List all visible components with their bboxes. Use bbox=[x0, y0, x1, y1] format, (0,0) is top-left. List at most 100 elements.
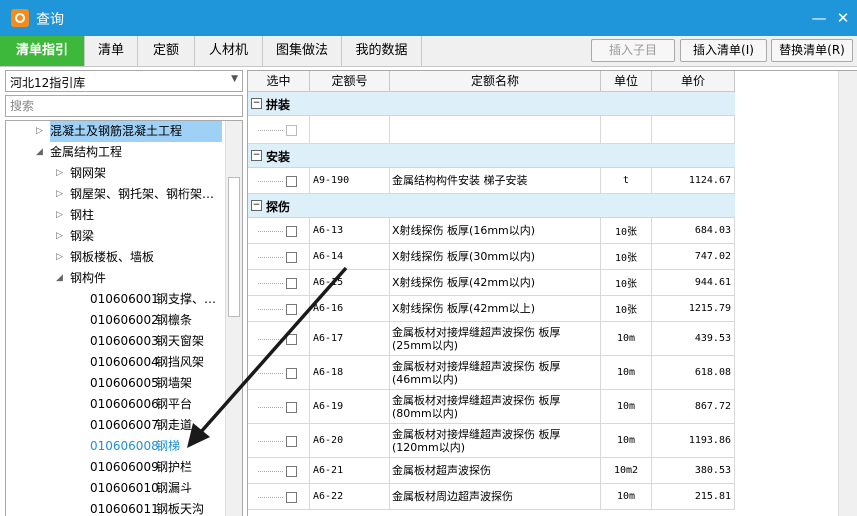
tree-item-code: 010606009 bbox=[90, 460, 159, 474]
table-row[interactable]: A6-22 金属板材周边超声波探伤 10m 215.81 bbox=[248, 484, 735, 510]
tree-scrollbar[interactable] bbox=[225, 121, 242, 516]
tree-item-010606002[interactable]: 010606002 钢檩条 bbox=[6, 310, 226, 331]
table-row[interactable]: A6-16 X射线探伤 板厚(42mm以上) 10张 1215.79 bbox=[248, 296, 735, 322]
tab-list-guide[interactable]: 清单指引 bbox=[0, 36, 85, 66]
expand-arrow-icon[interactable]: ▷ bbox=[56, 247, 66, 268]
tree-item-010606006[interactable]: 010606006 钢平台 bbox=[6, 394, 226, 415]
tab-atlas[interactable]: 图集做法 bbox=[263, 36, 342, 66]
row-checkbox[interactable] bbox=[286, 303, 297, 315]
collapse-toggle-icon[interactable]: − bbox=[251, 150, 262, 161]
row-checkbox[interactable] bbox=[286, 225, 297, 237]
tree-item-010606003[interactable]: 010606003 钢天窗架 bbox=[6, 331, 226, 352]
row-checkbox[interactable] bbox=[286, 435, 297, 447]
tree-node[interactable]: ▷ 钢网架 bbox=[6, 163, 226, 184]
price-cell: 1193.86 bbox=[652, 424, 735, 457]
tree-node[interactable]: ▷ 钢板楼板、墙板 bbox=[6, 247, 226, 268]
tree-item-010606004[interactable]: 010606004 钢挡风架 bbox=[6, 352, 226, 373]
unit-cell: 10张 bbox=[601, 270, 652, 295]
group-row[interactable]: − 探伤 bbox=[248, 194, 735, 218]
tab-labor-material[interactable]: 人材机 bbox=[195, 36, 263, 66]
price-cell: 747.02 bbox=[652, 244, 735, 269]
col-header-code[interactable]: 定额号 bbox=[310, 71, 390, 92]
close-icon[interactable]: ✕ bbox=[832, 8, 854, 28]
tab-quota[interactable]: 定额 bbox=[138, 36, 195, 66]
code-cell: A9-190 bbox=[310, 168, 390, 193]
name-cell: X射线探伤 板厚(16mm以内) bbox=[390, 218, 601, 243]
insert-list-button[interactable]: 插入清单(I) bbox=[680, 39, 767, 62]
table-row[interactable] bbox=[248, 116, 735, 144]
tree-item-010606005[interactable]: 010606005 钢墙架 bbox=[6, 373, 226, 394]
tree-node[interactable]: ▷ 混凝土及钢筋混凝土工程 bbox=[6, 121, 226, 142]
tree-node[interactable]: ▷ 钢柱 bbox=[6, 205, 226, 226]
name-cell: 金属板材对接焊缝超声波探伤 板厚(120mm以内) bbox=[390, 424, 601, 457]
tree-item-010606007[interactable]: 010606007 钢走道 bbox=[6, 415, 226, 436]
row-checkbox[interactable] bbox=[286, 401, 297, 413]
tree-node[interactable]: ◢ 金属结构工程 bbox=[6, 142, 226, 163]
tree-item-010606010[interactable]: 010606010 钢漏斗 bbox=[6, 478, 226, 499]
row-checkbox[interactable] bbox=[286, 465, 297, 477]
tree-item-010606011[interactable]: 010606011 钢板天沟 bbox=[6, 499, 226, 516]
col-header-price[interactable]: 单价 bbox=[652, 71, 735, 92]
tree-item-label: 钢支撑、… bbox=[156, 292, 217, 306]
tree-item-010606008[interactable]: 010606008 钢梯 bbox=[6, 436, 226, 457]
row-checkbox[interactable] bbox=[286, 251, 297, 263]
expand-arrow-icon[interactable]: ▷ bbox=[36, 121, 46, 142]
code-cell: A6-17 bbox=[310, 322, 390, 355]
name-cell: X射线探伤 板厚(30mm以内) bbox=[390, 244, 601, 269]
group-title: 安装 bbox=[266, 150, 291, 164]
row-checkbox[interactable] bbox=[286, 175, 297, 187]
expand-arrow-icon[interactable]: ▷ bbox=[56, 205, 66, 226]
collapse-toggle-icon[interactable]: − bbox=[251, 98, 262, 109]
select-cell bbox=[248, 356, 310, 389]
tree-item-010606009[interactable]: 010606009 钢护栏 bbox=[6, 457, 226, 478]
row-checkbox[interactable] bbox=[286, 124, 297, 136]
table-row[interactable]: A6-18 金属板材对接焊缝超声波探伤 板厚(46mm以内) 10m 618.08 bbox=[248, 356, 735, 390]
col-header-unit[interactable]: 单位 bbox=[601, 71, 652, 92]
tab-my-data[interactable]: 我的数据 bbox=[342, 36, 422, 66]
code-cell: A6-19 bbox=[310, 390, 390, 423]
code-cell: A6-20 bbox=[310, 424, 390, 457]
title-bar bbox=[0, 0, 857, 36]
expand-arrow-icon[interactable]: ▷ bbox=[56, 226, 66, 247]
select-cell bbox=[248, 484, 310, 509]
row-checkbox[interactable] bbox=[286, 367, 297, 379]
table-row[interactable]: A6-14 X射线探伤 板厚(30mm以内) 10张 747.02 bbox=[248, 244, 735, 270]
table-row[interactable]: A6-17 金属板材对接焊缝超声波探伤 板厚(25mm以内) 10m 439.53 bbox=[248, 322, 735, 356]
tree-item-code: 010606007 bbox=[90, 418, 159, 432]
collapse-arrow-icon[interactable]: ◢ bbox=[56, 268, 66, 289]
table-row[interactable]: A6-15 X射线探伤 板厚(42mm以内) 10张 944.61 bbox=[248, 270, 735, 296]
row-checkbox[interactable] bbox=[286, 277, 297, 289]
search-input[interactable] bbox=[5, 95, 243, 117]
library-select[interactable]: 河北12指引库 ▼ bbox=[5, 70, 243, 92]
insert-child-button[interactable]: 插入子目 bbox=[591, 39, 675, 62]
tree-item-code: 010606006 bbox=[90, 397, 159, 411]
replace-list-button[interactable]: 替换清单(R) bbox=[771, 39, 853, 62]
group-title: 拼装 bbox=[266, 98, 291, 112]
tree-item-010606001[interactable]: 010606001 钢支撑、… bbox=[6, 289, 226, 310]
table-row[interactable]: A9-190 金属结构构件安装 梯子安装 t 1124.67 bbox=[248, 168, 735, 194]
expand-arrow-icon[interactable]: ▷ bbox=[56, 163, 66, 184]
tree-node[interactable]: ▷ 钢梁 bbox=[6, 226, 226, 247]
name-cell bbox=[390, 116, 601, 143]
table-row[interactable]: A6-19 金属板材对接焊缝超声波探伤 板厚(80mm以内) 10m 867.72 bbox=[248, 390, 735, 424]
table-scrollbar[interactable] bbox=[838, 71, 857, 516]
minimize-icon[interactable]: — bbox=[808, 8, 830, 28]
tree-item-label: 钢檩条 bbox=[156, 313, 193, 327]
tree-node[interactable]: ▷ 钢屋架、钢托架、钢桁架… bbox=[6, 184, 226, 205]
table-row[interactable]: A6-21 金属板材超声波探伤 10m2 380.53 bbox=[248, 458, 735, 484]
collapse-toggle-icon[interactable]: − bbox=[251, 200, 262, 211]
row-checkbox[interactable] bbox=[286, 333, 297, 345]
collapse-arrow-icon[interactable]: ◢ bbox=[36, 142, 46, 163]
tab-list[interactable]: 清单 bbox=[85, 36, 138, 66]
col-header-select[interactable]: 选中 bbox=[248, 71, 310, 92]
tree-node-label: 混凝土及钢筋混凝土工程 bbox=[50, 121, 223, 142]
expand-arrow-icon[interactable]: ▷ bbox=[56, 184, 66, 205]
table-row[interactable]: A6-13 X射线探伤 板厚(16mm以内) 10张 684.03 bbox=[248, 218, 735, 244]
table-row[interactable]: A6-20 金属板材对接焊缝超声波探伤 板厚(120mm以内) 10m 1193.86 bbox=[248, 424, 735, 458]
col-header-name[interactable]: 定额名称 bbox=[390, 71, 601, 92]
group-row[interactable]: − 安装 bbox=[248, 144, 735, 168]
group-row[interactable]: − 拼装 bbox=[248, 92, 735, 116]
unit-cell: 10张 bbox=[601, 244, 652, 269]
row-checkbox[interactable] bbox=[286, 491, 297, 503]
tree-node[interactable]: ◢ 钢构件 bbox=[6, 268, 226, 289]
